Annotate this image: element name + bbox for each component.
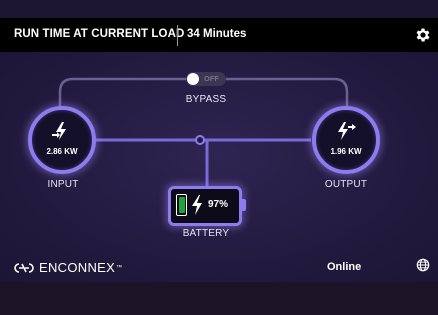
brand-name: ENCONNEX: [39, 260, 116, 275]
bolt-out-icon: [338, 122, 356, 140]
status-text: Online: [327, 261, 362, 273]
logo-mark-icon: [14, 262, 34, 273]
battery-cell: [176, 194, 187, 216]
input-value: 2.86 KW: [46, 147, 78, 156]
globe-icon[interactable]: [416, 258, 430, 272]
output-label: OUTPUT: [324, 179, 368, 190]
battery-indicator: 97%: [168, 186, 246, 226]
toggle-knob: [187, 73, 199, 85]
charging-bolt-icon: [192, 195, 202, 215]
trademark: ™: [116, 264, 123, 271]
battery-cap: [242, 199, 246, 211]
input-label: INPUT: [47, 179, 79, 190]
bolt-in-icon: [52, 122, 66, 140]
battery-label: BATTERY: [182, 228, 230, 239]
bypass-toggle-state: OFF: [204, 74, 219, 83]
enconnex-logo: ENCONNEX ™: [13, 260, 122, 275]
bypass-toggle[interactable]: OFF: [186, 72, 226, 86]
battery-fill: [178, 196, 185, 214]
bypass-label: BYPASS: [185, 94, 227, 105]
output-node: 1.96 KW: [312, 106, 380, 174]
battery-percent: 97%: [208, 199, 229, 210]
output-value: 1.96 KW: [330, 147, 362, 156]
input-node: 2.86 KW: [28, 106, 96, 174]
